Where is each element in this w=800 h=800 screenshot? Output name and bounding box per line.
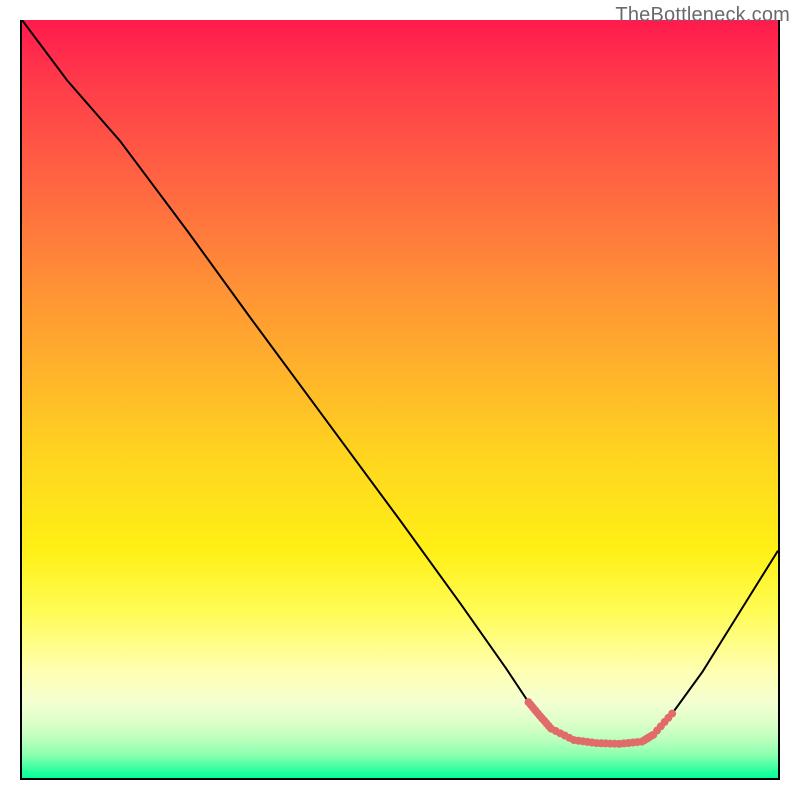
optimal-range-marker [525,698,677,748]
chart-svg [22,20,778,778]
bottleneck-curve-path [22,20,778,744]
watermark-text: TheBottleneck.com [615,4,790,27]
marker-dot [668,710,676,718]
chart-canvas: TheBottleneck.com [0,0,800,800]
plot-area [20,20,780,780]
